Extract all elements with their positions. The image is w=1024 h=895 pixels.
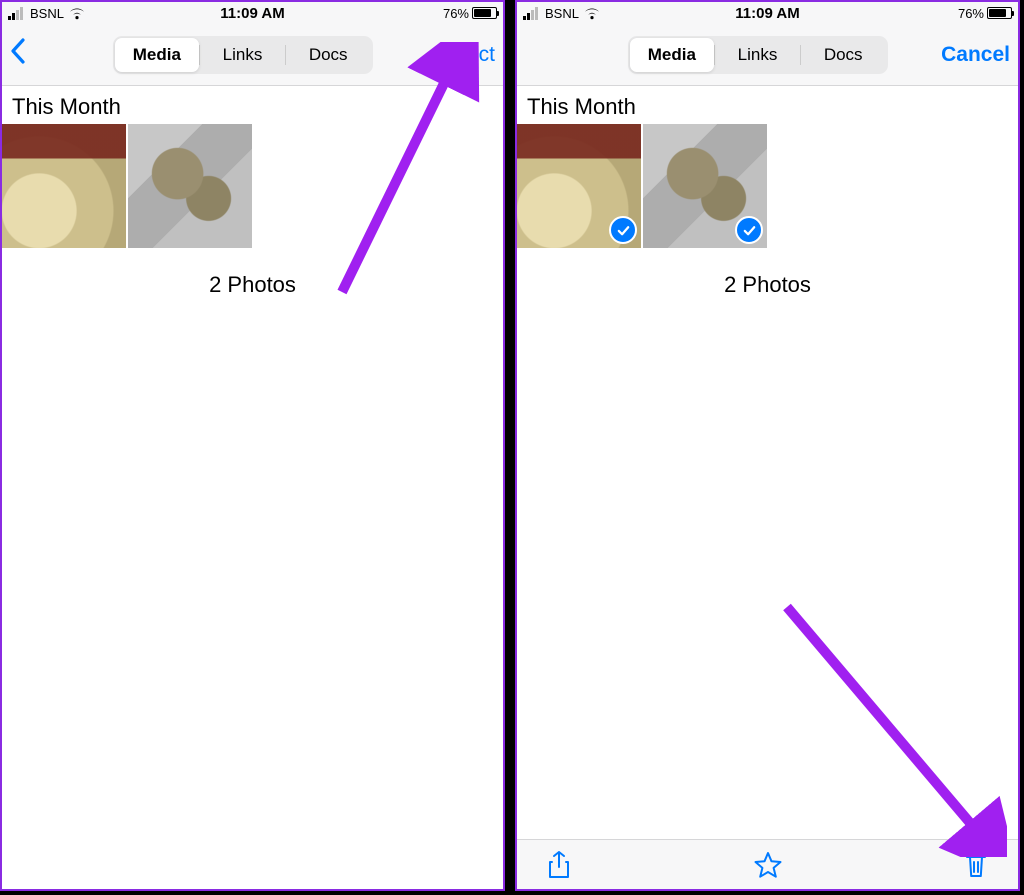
tab-docs[interactable]: Docs (801, 38, 886, 72)
screenshot-divider (505, 0, 515, 895)
select-button[interactable]: Select (405, 43, 495, 67)
media-grid (517, 124, 1018, 252)
status-bar: BSNL 11:09 AM 76% (2, 2, 503, 24)
status-time: 11:09 AM (686, 5, 849, 22)
annotation-arrow-icon (777, 597, 1007, 857)
media-thumbnail[interactable] (643, 124, 767, 248)
signal-icon (8, 7, 23, 20)
segmented-control: Media Links Docs (113, 36, 373, 74)
screenshot-left: BSNL 11:09 AM 76% Media Links (0, 0, 505, 891)
section-header: This Month (2, 86, 503, 124)
battery-percent: 76% (443, 6, 469, 21)
carrier-label: BSNL (30, 6, 64, 21)
media-thumbnail[interactable] (2, 124, 126, 248)
share-button[interactable] (547, 850, 571, 880)
favorite-button[interactable] (753, 850, 783, 880)
delete-button[interactable] (964, 850, 988, 880)
back-button[interactable] (10, 38, 26, 72)
status-time: 11:09 AM (171, 5, 334, 22)
nav-bar: Media Links Docs Select (2, 24, 503, 86)
tab-links[interactable]: Links (715, 38, 800, 72)
wifi-icon (68, 7, 86, 20)
media-thumbnail[interactable] (128, 124, 252, 248)
photo-count-label: 2 Photos (2, 272, 503, 298)
segmented-control: Media Links Docs (628, 36, 888, 74)
battery-percent: 76% (958, 6, 984, 21)
status-bar: BSNL 11:09 AM 76% (517, 2, 1018, 24)
battery-icon (472, 7, 497, 19)
wifi-icon (583, 7, 601, 20)
screenshot-right: BSNL 11:09 AM 76% Media Links Docs Cance… (515, 0, 1020, 891)
selection-checkmark-icon (609, 216, 637, 244)
tab-media[interactable]: Media (630, 38, 715, 72)
tab-docs[interactable]: Docs (286, 38, 371, 72)
cancel-button[interactable]: Cancel (920, 43, 1010, 67)
photo-count-label: 2 Photos (517, 272, 1018, 298)
section-header: This Month (517, 86, 1018, 124)
nav-bar: Media Links Docs Cancel (517, 24, 1018, 86)
carrier-label: BSNL (545, 6, 579, 21)
battery-icon (987, 7, 1012, 19)
selection-toolbar (517, 839, 1018, 889)
signal-icon (523, 7, 538, 20)
tab-media[interactable]: Media (115, 38, 200, 72)
media-grid (2, 124, 503, 252)
tab-links[interactable]: Links (200, 38, 285, 72)
media-thumbnail[interactable] (517, 124, 641, 248)
selection-checkmark-icon (735, 216, 763, 244)
